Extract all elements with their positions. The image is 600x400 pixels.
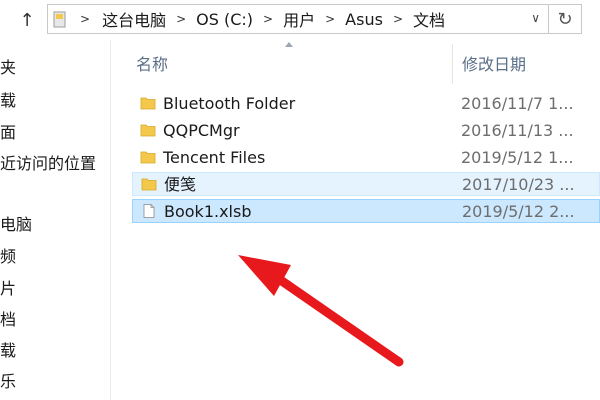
- folder-icon: [141, 178, 157, 191]
- file-date: 2019/5/12 2...: [462, 202, 575, 221]
- file-name: Book1.xlsb: [164, 202, 252, 221]
- this-pc-icon: [53, 11, 66, 28]
- file-date: 2016/11/13 ...: [461, 121, 574, 140]
- chevron-down-icon[interactable]: ∨: [531, 11, 540, 25]
- file-row[interactable]: Bluetooth Folder 2016/11/7 1...: [132, 92, 600, 116]
- navigation-pane: 夹 载 面 近访问的位置 电脑 频 片 档 载 乐: [0, 40, 111, 400]
- refresh-button[interactable]: ↻: [549, 4, 582, 34]
- arrow-head: [238, 255, 291, 296]
- nav-item[interactable]: 面: [0, 121, 16, 145]
- column-header-name[interactable]: 名称: [136, 44, 168, 82]
- breadcrumb: > 这台电脑 > OS (C:) > 用户 > Asus > 文档: [78, 5, 445, 33]
- chevron-right-icon[interactable]: >: [325, 12, 335, 26]
- file-date: 2016/11/7 1...: [461, 94, 574, 113]
- address-bar[interactable]: > 这台电脑 > OS (C:) > 用户 > Asus > 文档 ∨: [47, 4, 549, 34]
- folder-icon: [140, 97, 156, 110]
- up-arrow-icon[interactable]: ↑: [16, 8, 38, 32]
- file-row-hovered[interactable]: 便笺 2017/10/23 ...: [132, 172, 600, 196]
- refresh-icon: ↻: [557, 8, 573, 30]
- file-name: Bluetooth Folder: [163, 94, 296, 113]
- breadcrumb-documents[interactable]: 文档: [413, 7, 445, 31]
- nav-item[interactable]: 档: [0, 308, 16, 332]
- file-name: Tencent Files: [163, 148, 266, 167]
- nav-item[interactable]: 片: [0, 277, 16, 301]
- breadcrumb-asus[interactable]: Asus: [345, 10, 383, 29]
- address-bar-row: ↑ > 这台电脑 > OS (C:) > 用户 > Asus > 文档 ∨ ↻: [0, 0, 600, 40]
- file-row-selected[interactable]: Book1.xlsb 2019/5/12 2...: [132, 199, 600, 223]
- column-header-date[interactable]: 修改日期: [462, 44, 526, 82]
- nav-item-recent[interactable]: 近访问的位置: [0, 152, 96, 176]
- breadcrumb-os-c[interactable]: OS (C:): [196, 10, 253, 29]
- file-date: 2017/10/23 ...: [462, 175, 575, 194]
- nav-item[interactable]: 载: [0, 339, 16, 363]
- folder-icon: [140, 124, 156, 137]
- file-row[interactable]: QQPCMgr 2016/11/13 ...: [132, 119, 600, 143]
- chevron-right-icon[interactable]: >: [80, 12, 90, 26]
- document-icon: [143, 204, 155, 218]
- nav-item[interactable]: 夹: [0, 56, 16, 80]
- chevron-right-icon[interactable]: >: [263, 12, 273, 26]
- chevron-right-icon[interactable]: >: [393, 12, 403, 26]
- breadcrumb-users[interactable]: 用户: [283, 7, 315, 31]
- file-name: QQPCMgr: [163, 121, 240, 140]
- sort-ascending-icon: [285, 42, 293, 47]
- file-name: 便笺: [164, 175, 197, 194]
- arrow-shaft: [261, 265, 404, 367]
- folder-icon: [140, 151, 156, 164]
- breadcrumb-this-pc[interactable]: 这台电脑: [102, 7, 166, 31]
- column-divider[interactable]: [452, 44, 453, 84]
- file-row[interactable]: Tencent Files 2019/5/12 1...: [132, 146, 600, 170]
- chevron-right-icon[interactable]: >: [176, 12, 186, 26]
- file-date: 2019/5/12 1...: [461, 148, 574, 167]
- nav-item[interactable]: 载: [0, 89, 16, 113]
- nav-item[interactable]: 乐: [0, 370, 16, 394]
- nav-item-this-pc[interactable]: 电脑: [0, 213, 32, 237]
- nav-item[interactable]: 频: [0, 245, 16, 269]
